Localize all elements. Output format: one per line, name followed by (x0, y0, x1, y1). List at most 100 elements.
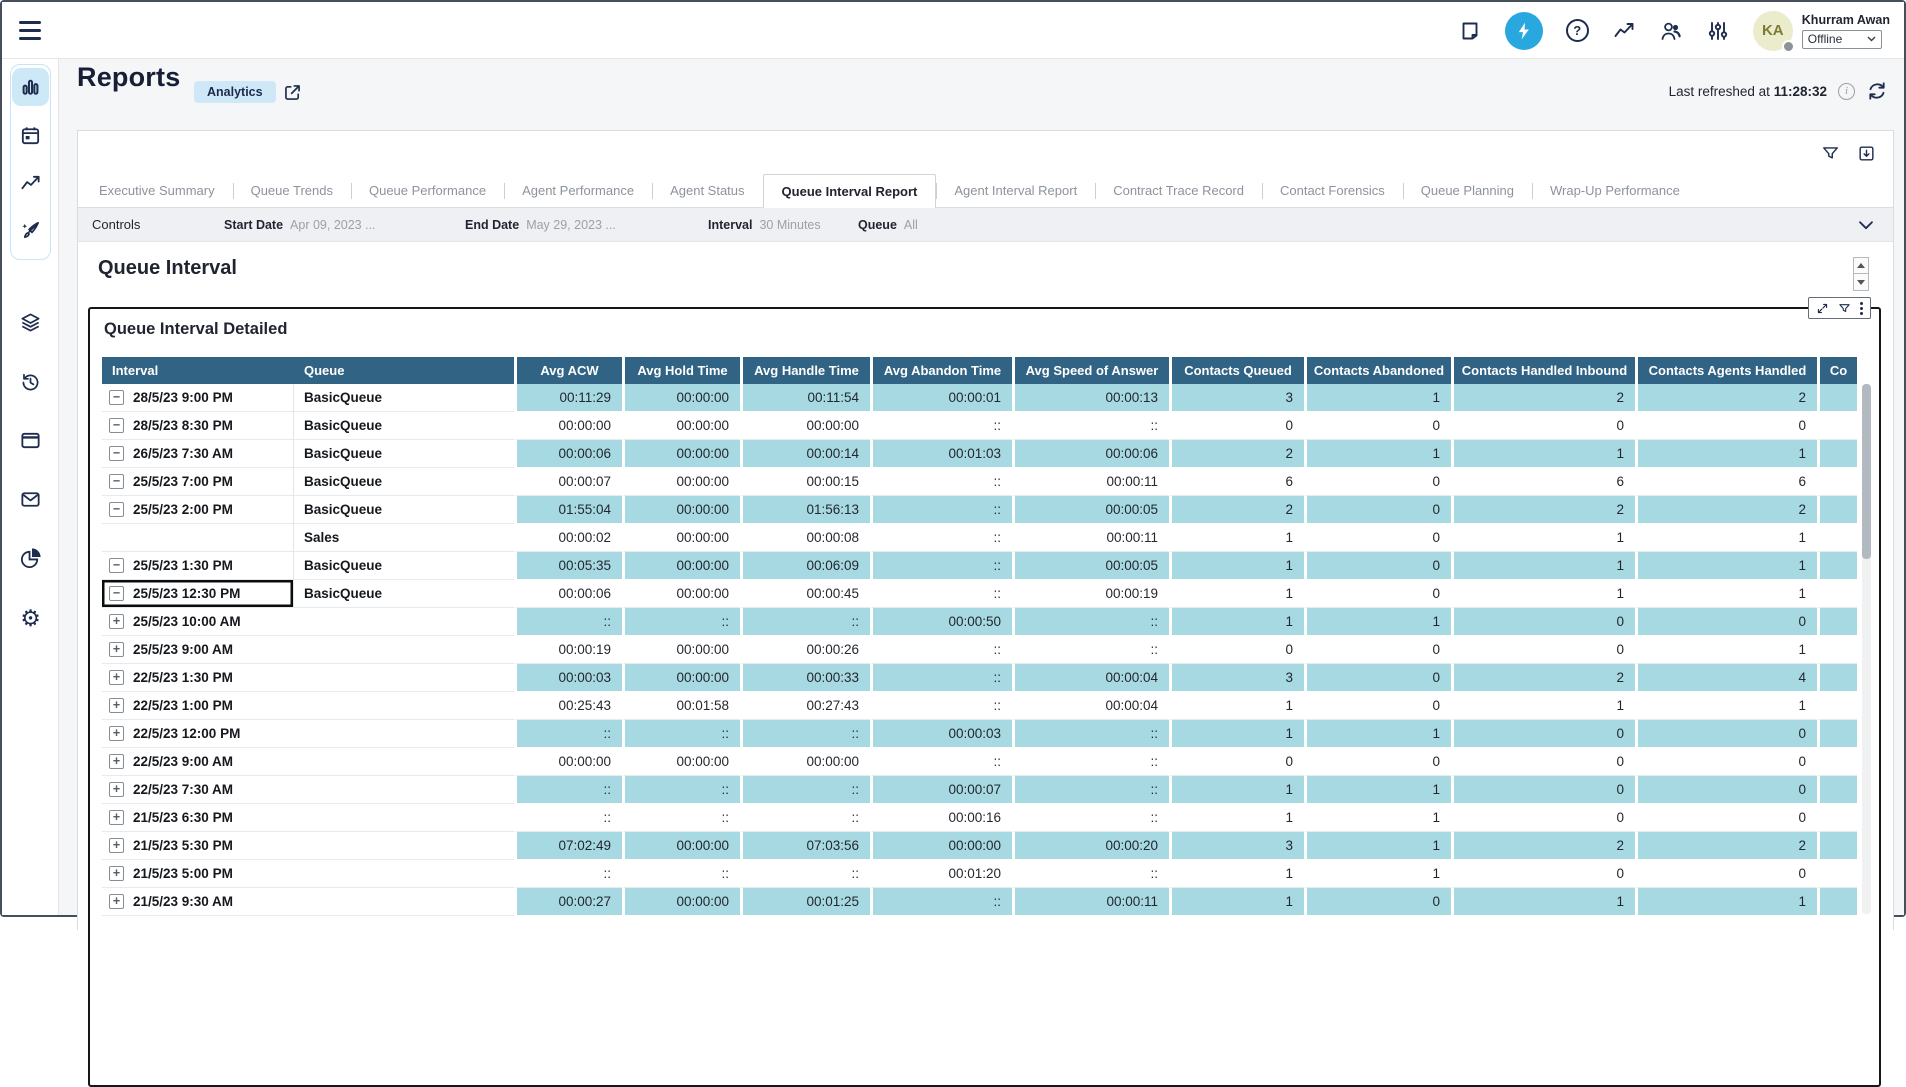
interval-cell[interactable]: 25/5/23 2:00 PM (102, 496, 294, 524)
collapse-row-icon[interactable] (109, 558, 124, 573)
preferences-sliders-icon[interactable] (1706, 19, 1730, 43)
download-icon[interactable] (1857, 144, 1876, 163)
sidebar-item-flows[interactable] (12, 303, 49, 341)
column-header-contacts-queued[interactable]: Contacts Queued (1169, 357, 1304, 384)
expand-row-icon[interactable] (109, 782, 124, 797)
interval-cell[interactable]: 21/5/23 5:00 PM (102, 860, 514, 888)
column-header-avg-hold-time[interactable]: Avg Hold Time (622, 357, 740, 384)
expand-row-icon[interactable] (109, 670, 124, 685)
column-header-avg-abandon-time[interactable]: Avg Abandon Time (870, 357, 1012, 384)
scrollbar-thumb[interactable] (1862, 384, 1871, 559)
sidebar-item-reports[interactable] (12, 68, 49, 106)
interval-cell[interactable]: 25/5/23 9:00 AM (102, 636, 514, 664)
control-interval[interactable]: Interval30 Minutes (708, 218, 821, 232)
value-cell: 1 (1169, 804, 1304, 832)
more-options-icon[interactable] (1860, 302, 1863, 315)
tab-executive-summary[interactable]: Executive Summary (81, 174, 233, 207)
status-select[interactable]: Offline (1802, 30, 1882, 49)
expand-row-icon[interactable] (109, 642, 124, 657)
expand-row-icon[interactable] (109, 810, 124, 825)
metrics-icon[interactable] (1612, 19, 1636, 43)
column-header-avg-speed-of-answer[interactable]: Avg Speed of Answer (1012, 357, 1169, 384)
avatar[interactable]: KA (1753, 11, 1793, 51)
column-header-contacts-agents-handled[interactable]: Contacts Agents Handled (1635, 357, 1817, 384)
interval-cell[interactable]: 25/5/23 1:30 PM (102, 552, 294, 580)
sidebar-item-history[interactable] (12, 362, 49, 400)
tab-queue-performance[interactable]: Queue Performance (351, 174, 504, 207)
tab-queue-trends[interactable]: Queue Trends (233, 174, 351, 207)
tab-contract-trace-record[interactable]: Contract Trace Record (1095, 174, 1262, 207)
column-header-interval[interactable]: Interval (102, 357, 294, 384)
collapse-row-icon[interactable] (109, 390, 124, 405)
tab-agent-interval-report[interactable]: Agent Interval Report (936, 174, 1095, 207)
info-icon[interactable] (1838, 83, 1855, 100)
tab-queue-interval-report[interactable]: Queue Interval Report (763, 174, 937, 208)
tab-agent-status[interactable]: Agent Status (652, 174, 762, 207)
interval-cell[interactable]: 22/5/23 1:30 PM (102, 664, 514, 692)
sidebar-item-analytics[interactable] (12, 539, 49, 577)
collapse-row-icon[interactable] (109, 418, 124, 433)
interval-cell[interactable]: 25/5/23 7:00 PM (102, 468, 294, 496)
controls-collapse-chevron-icon[interactable] (1855, 214, 1877, 236)
collapse-row-icon[interactable] (109, 446, 124, 461)
interval-cell[interactable]: 22/5/23 9:00 AM (102, 748, 514, 776)
interval-cell[interactable]: 21/5/23 9:30 AM (102, 888, 514, 916)
sidebar-item-schedule[interactable] (12, 116, 49, 154)
expand-row-icon[interactable] (109, 614, 124, 629)
interval-cell[interactable]: 28/5/23 9:00 PM (102, 384, 294, 412)
column-header-avg-acw[interactable]: Avg ACW (514, 357, 622, 384)
control-start-date[interactable]: Start DateApr 09, 2023 ... (224, 218, 376, 232)
interval-cell[interactable] (102, 524, 294, 552)
tab-wrap-up-performance[interactable]: Wrap-Up Performance (1532, 174, 1698, 207)
tab-agent-performance[interactable]: Agent Performance (504, 174, 652, 207)
collapse-row-icon[interactable] (109, 474, 124, 489)
table-vertical-scrollbar[interactable] (1862, 384, 1871, 914)
value-cell (1817, 524, 1857, 552)
sidebar-item-messages[interactable] (12, 480, 49, 518)
control-end-date[interactable]: End DateMay 29, 2023 ... (465, 218, 616, 232)
quick-actions-icon[interactable] (1505, 12, 1543, 50)
column-header-co[interactable]: Co (1817, 357, 1857, 384)
expand-row-icon[interactable] (109, 726, 124, 741)
interval-cell[interactable]: 25/5/23 10:00 AM (102, 608, 514, 636)
column-header-contacts-handled-inbound[interactable]: Contacts Handled Inbound (1451, 357, 1635, 384)
expand-row-icon[interactable] (109, 698, 124, 713)
column-header-queue[interactable]: Queue (294, 357, 514, 384)
control-queue[interactable]: QueueAll (858, 218, 918, 232)
value-cell: 2 (1635, 384, 1817, 412)
expand-row-icon[interactable] (109, 838, 124, 853)
external-link-icon[interactable] (282, 82, 303, 103)
interval-cell[interactable]: 26/5/23 7:30 AM (102, 440, 294, 468)
interval-cell[interactable]: 21/5/23 6:30 PM (102, 804, 514, 832)
interval-cell[interactable]: 28/5/23 8:30 PM (102, 412, 294, 440)
expand-row-icon[interactable] (109, 894, 124, 909)
refresh-icon[interactable] (1866, 80, 1888, 102)
filter-icon[interactable] (1821, 144, 1840, 163)
sidebar-item-settings[interactable]: ⚙ (12, 599, 49, 637)
notes-icon[interactable] (1458, 19, 1482, 43)
hamburger-menu-icon[interactable] (19, 21, 41, 40)
column-header-avg-handle-time[interactable]: Avg Handle Time (740, 357, 870, 384)
value-cell: 2 (1169, 496, 1304, 524)
scroll-down-arrow[interactable] (1853, 274, 1869, 291)
interval-cell[interactable]: 22/5/23 12:00 PM (102, 720, 514, 748)
collapse-row-icon[interactable] (109, 502, 124, 517)
help-icon[interactable] (1566, 19, 1589, 42)
customers-icon[interactable] (1659, 19, 1683, 43)
scroll-up-arrow[interactable] (1853, 257, 1869, 274)
sidebar-item-workspace[interactable] (12, 421, 49, 459)
tab-queue-planning[interactable]: Queue Planning (1403, 174, 1532, 207)
visual-filter-icon[interactable] (1838, 302, 1851, 315)
column-header-contacts-abandoned[interactable]: Contacts Abandoned (1304, 357, 1451, 384)
expand-row-icon[interactable] (109, 866, 124, 881)
collapse-row-icon[interactable] (109, 586, 124, 601)
interval-cell[interactable]: 21/5/23 5:30 PM (102, 832, 514, 860)
interval-cell[interactable]: 25/5/23 12:30 PM (102, 580, 294, 608)
sidebar-item-customize[interactable] (12, 211, 49, 249)
tab-contact-forensics[interactable]: Contact Forensics (1262, 174, 1403, 207)
interval-cell[interactable]: 22/5/23 1:00 PM (102, 692, 514, 720)
expand-row-icon[interactable] (109, 754, 124, 769)
interval-cell[interactable]: 22/5/23 7:30 AM (102, 776, 514, 804)
expand-icon[interactable] (1816, 302, 1829, 315)
sidebar-item-trends[interactable] (12, 164, 49, 202)
